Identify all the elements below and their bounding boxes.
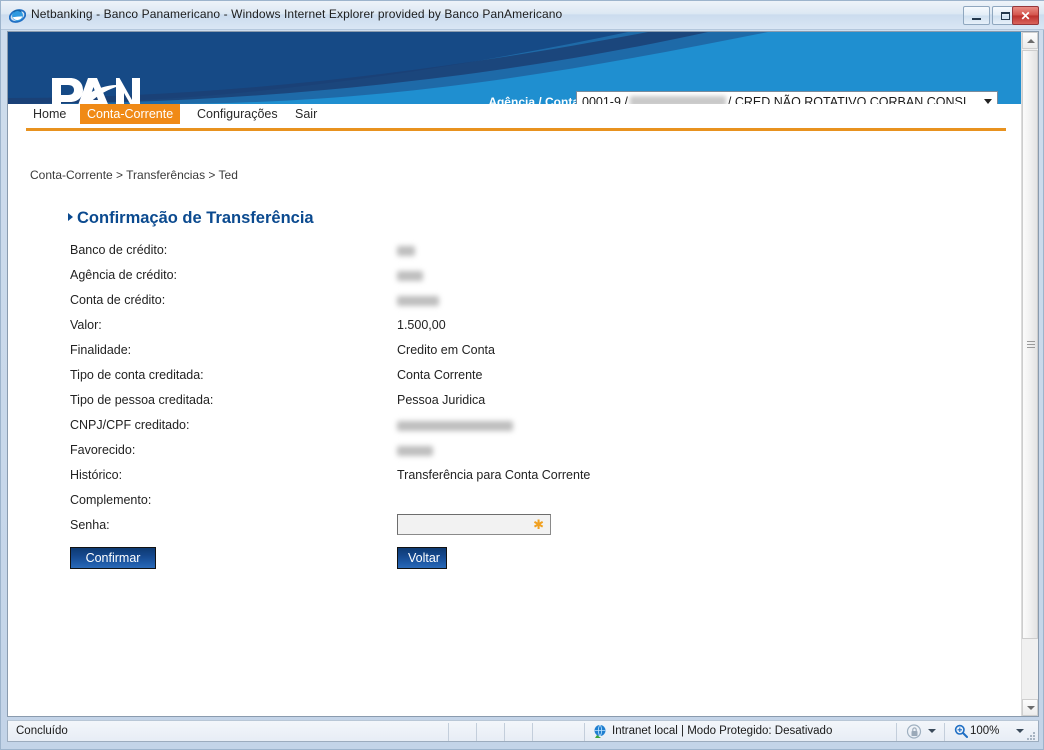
- close-icon: ✕: [1020, 8, 1031, 23]
- minimize-button[interactable]: [963, 6, 990, 25]
- main-navigation: Home Conta-Corrente Configurações Sair: [8, 104, 1023, 131]
- arrow-down-icon: [1027, 706, 1035, 710]
- account-number-redacted: [629, 96, 726, 104]
- status-text: Concluído: [16, 725, 68, 737]
- senha-input[interactable]: ✱: [397, 514, 551, 535]
- field-value-banco-credito: [397, 243, 415, 257]
- transfer-confirmation-form: Banco de crédito: Agência de crédito: Co…: [70, 242, 770, 581]
- zoom-magnifier-icon: [954, 724, 968, 738]
- security-zone-text: Intranet local | Modo Protegido: Desativ…: [612, 725, 833, 737]
- window-title: Netbanking - Banco Panamericano - Window…: [31, 7, 563, 21]
- arrow-up-icon: [1027, 39, 1035, 43]
- vertical-scrollbar[interactable]: [1021, 32, 1038, 716]
- field-label-complemento: Complemento:: [70, 493, 152, 507]
- account-selector[interactable]: 0001-9 / / CRED NÃO ROTATIVO CORBAN CONSI: [576, 91, 998, 104]
- field-label-finalidade: Finalidade:: [70, 343, 132, 357]
- field-row: Favorecido:: [70, 442, 770, 467]
- resize-grip-icon[interactable]: [1024, 728, 1036, 740]
- nav-item-sair[interactable]: Sair: [288, 104, 324, 124]
- status-bar: Concluído Intranet local | Modo Protegid…: [7, 720, 1039, 742]
- browser-client-area: Agência / Conta: 0001-9 / / CRED NÃO ROTA…: [7, 31, 1039, 717]
- field-row: Tipo de pessoa creditada: Pessoa Juridic…: [70, 392, 770, 417]
- field-label-favorecido: Favorecido:: [70, 443, 136, 457]
- nav-underline: [26, 128, 1006, 131]
- status-separator: [584, 723, 585, 741]
- protected-mode-dropdown-arrow[interactable]: [928, 729, 936, 733]
- title-bar: Netbanking - Banco Panamericano - Window…: [1, 1, 1044, 30]
- voltar-button[interactable]: Voltar: [397, 547, 447, 569]
- breadcrumb: Conta-Corrente > Transferências > Ted: [30, 168, 238, 182]
- field-label-historico: Histórico:: [70, 468, 123, 482]
- field-value-historico: Transferência para Conta Corrente: [397, 468, 591, 482]
- nav-item-configuracoes[interactable]: Configurações: [190, 104, 285, 124]
- field-value-conta-credito: [397, 293, 439, 307]
- site-banner: Agência / Conta: 0001-9 / / CRED NÃO ROTA…: [8, 32, 1023, 104]
- account-selector-label: Agência / Conta:: [488, 95, 583, 104]
- scrollbar-thumb[interactable]: [1022, 50, 1038, 639]
- status-separator: [448, 723, 449, 741]
- status-separator: [532, 723, 533, 741]
- required-asterisk-icon: ✱: [533, 517, 544, 532]
- scrollbar-grip-icon: [1027, 341, 1035, 348]
- status-separator: [944, 723, 945, 741]
- page-title: Confirmação de Transferência: [68, 209, 314, 228]
- field-value-valor: 1.500,00: [397, 318, 446, 332]
- field-value-favorecido: [397, 443, 433, 457]
- status-separator: [896, 723, 897, 741]
- intranet-zone-icon: [593, 724, 608, 739]
- field-value-tipo-conta-creditada: Conta Corrente: [397, 368, 483, 382]
- nav-item-conta-corrente[interactable]: Conta-Corrente: [80, 104, 181, 124]
- field-label-banco-credito: Banco de crédito:: [70, 243, 168, 257]
- status-separator: [504, 723, 505, 741]
- field-row: Finalidade: Credito em Conta: [70, 342, 770, 367]
- nav-item-home[interactable]: Home: [26, 104, 73, 124]
- browser-window: Netbanking - Banco Panamericano - Window…: [0, 0, 1044, 750]
- account-value-prefix: 0001-9 /: [582, 95, 628, 104]
- field-row: Tipo de conta creditada: Conta Corrente: [70, 367, 770, 392]
- page-title-text: Confirmação de Transferência: [77, 209, 314, 227]
- field-row: Banco de crédito:: [70, 242, 770, 267]
- field-row: Conta de crédito:: [70, 292, 770, 317]
- minimize-icon: [964, 7, 989, 24]
- zoom-level-text: 100%: [970, 725, 1000, 737]
- field-row: CNPJ/CPF creditado:: [70, 417, 770, 442]
- field-label-agencia-credito: Agência de crédito:: [70, 268, 178, 282]
- field-label-conta-credito: Conta de crédito:: [70, 293, 166, 307]
- web-page: Agência / Conta: 0001-9 / / CRED NÃO ROTA…: [8, 32, 1023, 716]
- scroll-up-button[interactable]: [1022, 32, 1038, 49]
- field-value-tipo-pessoa-creditada: Pessoa Juridica: [397, 393, 486, 407]
- field-value-cnpj-cpf-creditado: [397, 418, 513, 432]
- field-value-agencia-credito: [397, 268, 423, 282]
- field-row: Valor: 1.500,00: [70, 317, 770, 342]
- protected-mode-lock-icon: [906, 724, 923, 739]
- field-row: Histórico: Transferência para Conta Corr…: [70, 467, 770, 492]
- field-label-tipo-conta-creditada: Tipo de conta creditada:: [70, 368, 204, 382]
- confirmar-button[interactable]: Confirmar: [70, 547, 156, 569]
- field-label-tipo-pessoa-creditada: Tipo de pessoa creditada:: [70, 393, 214, 407]
- zoom-dropdown-arrow[interactable]: [1016, 729, 1024, 733]
- password-row: Senha: ✱: [70, 514, 770, 542]
- form-actions: Confirmar Voltar: [70, 547, 770, 581]
- caret-right-icon: [68, 213, 73, 221]
- field-row: Agência de crédito:: [70, 267, 770, 292]
- scroll-down-button[interactable]: [1022, 699, 1038, 716]
- field-label-valor: Valor:: [70, 318, 102, 332]
- field-label-senha: Senha:: [70, 518, 110, 532]
- field-value-finalidade: Credito em Conta: [397, 343, 495, 357]
- status-separator: [476, 723, 477, 741]
- field-label-cnpj-cpf-creditado: CNPJ/CPF creditado:: [70, 418, 190, 432]
- pan-logo: [50, 76, 142, 104]
- account-value-suffix: / CRED NÃO ROTATIVO CORBAN CONSI: [727, 95, 967, 104]
- internet-explorer-icon: [8, 7, 27, 24]
- close-button[interactable]: ✕: [1012, 6, 1039, 25]
